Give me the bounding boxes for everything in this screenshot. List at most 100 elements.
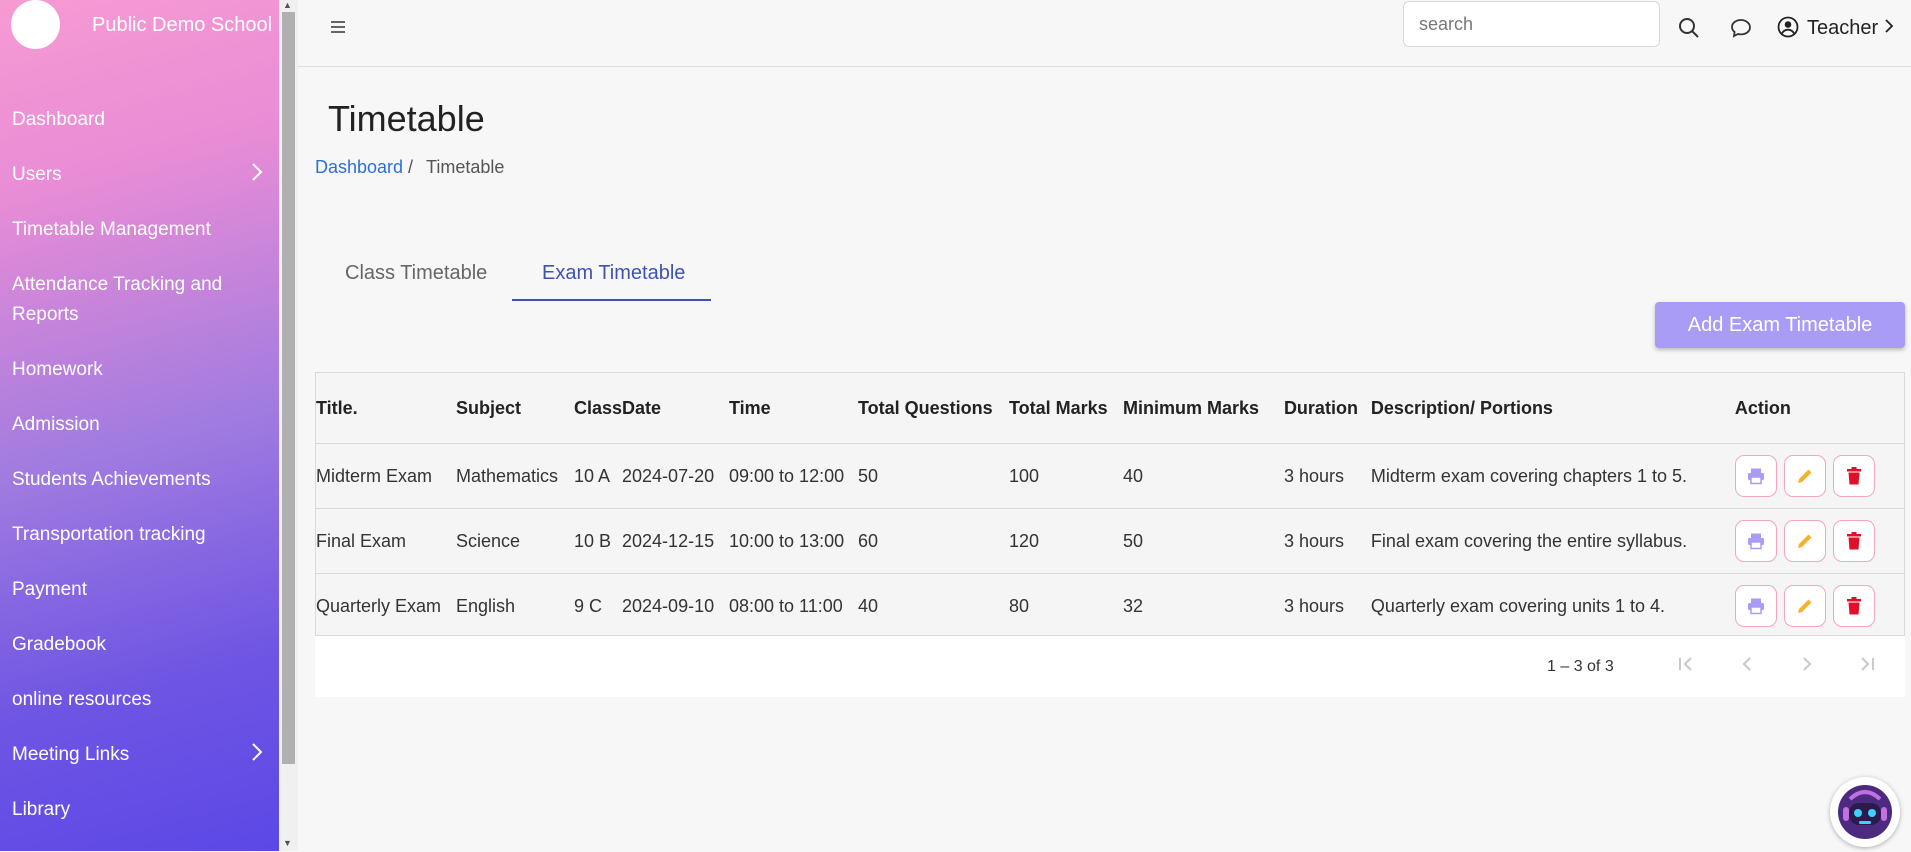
cell-description: Quarterly exam covering units 1 to 4. — [1370, 573, 1735, 638]
scroll-down-arrow-icon[interactable]: ▼ — [283, 838, 292, 848]
previous-page-icon[interactable] — [1738, 653, 1756, 679]
scroll-up-arrow-icon[interactable]: ▲ — [283, 0, 292, 10]
menu-icon[interactable] — [330, 14, 346, 40]
sidebar-item-label: Payment — [12, 579, 87, 600]
cell-subject: Science — [455, 508, 574, 574]
last-page-icon[interactable] — [1858, 653, 1876, 679]
cell-description: Final exam covering the entire syllabus. — [1370, 508, 1735, 574]
sidebar-item-label: Attendance Tracking and — [12, 274, 223, 295]
sidebar-item-label: Library — [12, 799, 71, 820]
pagination-range: 1 – 3 of 3 — [1547, 658, 1614, 675]
cell-subject: Mathematics — [455, 443, 574, 509]
school-name: Public Demo School — [92, 14, 273, 36]
print-icon — [1747, 598, 1764, 615]
column-header: Minimum Marks — [1122, 397, 1259, 418]
sidebar-item-label: Dashboard — [12, 109, 105, 130]
sidebar-item-homework[interactable]: Homework — [0, 355, 279, 385]
chatbot-button[interactable] — [1830, 777, 1900, 847]
user-menu[interactable]: Teacher — [1807, 17, 1894, 40]
cell-minimum-marks: 40 — [1122, 443, 1284, 509]
cell-duration: 3 hours — [1283, 508, 1371, 574]
sidebar-item-label: Homework — [12, 359, 103, 380]
edit-button[interactable] — [1783, 520, 1826, 562]
print-button[interactable] — [1734, 455, 1777, 497]
sidebar-item-payment[interactable]: Payment — [0, 575, 279, 605]
sidebar-item-meeting-links[interactable]: Meeting Links — [0, 740, 279, 770]
cell-time: 10:00 to 13:00 — [729, 508, 858, 574]
sidebar-item-timetable-management[interactable]: Timetable Management — [0, 215, 279, 245]
cell-duration: 3 hours — [1283, 443, 1371, 509]
chat-icon[interactable] — [1729, 16, 1753, 45]
print-button[interactable] — [1734, 585, 1777, 627]
sidebar-item-users[interactable]: Users — [0, 160, 279, 190]
cell-class: 9 C — [573, 573, 623, 638]
breadcrumb-current: Timetable — [426, 157, 505, 177]
column-header: Subject — [455, 397, 521, 418]
first-page-icon[interactable] — [1677, 653, 1695, 679]
cell-date: 2024-12-15 — [622, 508, 729, 574]
table-row: Midterm Exam Mathematics 10 A 2024-07-20 09:… — [316, 443, 1904, 509]
user-role-label: Teacher — [1807, 17, 1879, 39]
column-header: Description/ Portions — [1370, 397, 1553, 418]
user-circle-icon[interactable] — [1777, 16, 1799, 43]
delete-button[interactable] — [1832, 520, 1875, 562]
table-row: Quarterly Exam English 9 C 2024-09-10 08:00 … — [316, 573, 1904, 638]
cell-total-questions: 50 — [857, 443, 1009, 509]
breadcrumb-dashboard-link[interactable]: Dashboard — [315, 157, 403, 178]
table-header-row: Title. Subject Class Date Time Total Que… — [316, 373, 1904, 444]
search-input[interactable] — [1403, 1, 1660, 47]
column-header: Total Marks — [1008, 397, 1108, 418]
next-page-icon[interactable] — [1798, 653, 1816, 679]
sidebar-scrollbar[interactable]: ▲ ▼ — [279, 0, 298, 851]
sidebar-item-label: Users — [12, 164, 62, 185]
chevron-right-icon — [251, 160, 263, 190]
sidebar-item-label: Students Achievements — [12, 469, 211, 490]
column-header: Duration — [1283, 397, 1358, 418]
table-row: Final Exam Science 10 B 2024-12-15 10:00 to … — [316, 508, 1904, 574]
delete-button[interactable] — [1832, 585, 1875, 627]
cell-minimum-marks: 50 — [1122, 508, 1284, 574]
sidebar-item-dashboard[interactable]: Dashboard — [0, 105, 279, 135]
breadcrumb-separator: / — [408, 157, 414, 177]
sidebar-item-library[interactable]: Library — [0, 795, 279, 825]
sidebar-item-online-resources[interactable]: online resources — [0, 685, 279, 715]
school-logo — [11, 0, 60, 49]
chevron-right-icon — [251, 740, 263, 770]
cell-time: 09:00 to 12:00 — [729, 443, 858, 509]
cell-action — [1734, 508, 1904, 574]
delete-button[interactable] — [1832, 455, 1875, 497]
column-header: Title. — [316, 397, 358, 418]
edit-button[interactable] — [1783, 455, 1826, 497]
cell-action — [1734, 443, 1904, 509]
sidebar-item-admission[interactable]: Admission — [0, 410, 279, 440]
cell-title: Midterm Exam — [316, 443, 456, 509]
tab-exam-timetable[interactable]: Exam Timetable — [542, 262, 685, 285]
top-bar: Teacher — [298, 0, 1911, 67]
cell-total-questions: 60 — [857, 508, 1009, 574]
sidebar-item-transportation[interactable]: Transportation tracking — [0, 520, 279, 550]
sidebar-item-label: Gradebook — [12, 634, 107, 655]
edit-button[interactable] — [1783, 585, 1826, 627]
sidebar: Public Demo School Dashboard Users Timet… — [0, 0, 279, 851]
search-icon[interactable] — [1677, 16, 1701, 45]
column-header: Action — [1734, 397, 1791, 418]
sidebar-item-attendance[interactable]: Attendance Tracking and Reports — [0, 270, 279, 330]
sidebar-item-label: Transportation tracking — [12, 524, 206, 545]
trash-icon — [1846, 532, 1861, 550]
cell-minimum-marks: 32 — [1122, 573, 1284, 638]
active-tab-indicator — [512, 299, 711, 301]
print-button[interactable] — [1734, 520, 1777, 562]
scrollbar-thumb[interactable] — [282, 12, 295, 764]
pencil-icon — [1797, 534, 1812, 548]
cell-title: Quarterly Exam — [316, 573, 456, 638]
sidebar-item-students-achievements[interactable]: Students Achievements — [0, 465, 279, 495]
sidebar-item-gradebook[interactable]: Gradebook — [0, 630, 279, 660]
cell-total-marks: 80 — [1008, 573, 1123, 638]
cell-total-marks: 120 — [1008, 508, 1123, 574]
exam-timetable-table: Title. Subject Class Date Time Total Que… — [315, 372, 1905, 638]
pencil-icon — [1797, 599, 1812, 613]
trash-icon — [1846, 597, 1861, 615]
row-actions — [1734, 585, 1904, 627]
add-exam-timetable-button[interactable]: Add Exam Timetable — [1655, 302, 1905, 348]
tab-class-timetable[interactable]: Class Timetable — [345, 262, 487, 285]
